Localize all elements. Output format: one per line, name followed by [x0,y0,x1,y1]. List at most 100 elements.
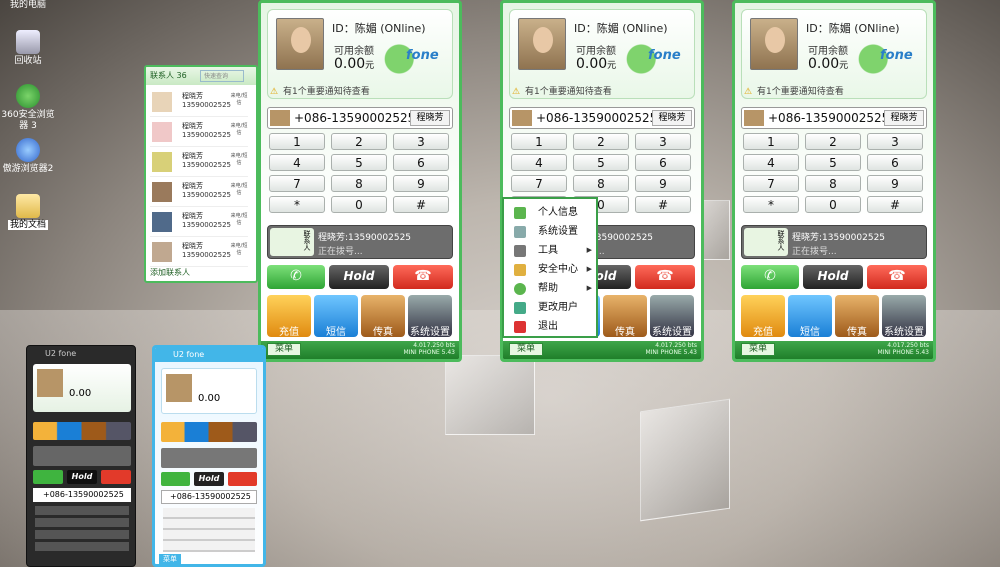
contacts-tab[interactable]: 联系人 36 [150,70,187,81]
key-star[interactable]: * [269,196,325,213]
hangup-button[interactable]: ☎ [635,265,695,289]
fax-button[interactable]: 传真 [603,295,647,338]
key-1[interactable]: 1 [511,133,567,150]
key-6[interactable]: 6 [867,154,923,171]
key-2[interactable]: 2 [331,133,387,150]
mini-dial-field[interactable]: +086-13590002525 [33,488,131,502]
key-6[interactable]: 6 [635,154,691,171]
contact-card-icon[interactable]: 联系人 [744,228,788,256]
key-7[interactable]: 7 [511,175,567,192]
dial-number-field[interactable]: +086-13590002525 程晓芳 [509,107,695,129]
key-3[interactable]: 3 [867,133,923,150]
key-7[interactable]: 7 [743,175,799,192]
menu-button[interactable]: 菜单 [509,343,543,356]
menu-item-settings[interactable]: 系统设置 [508,222,596,241]
contact-row[interactable]: 程晓芳 13590002525 来电/短信 [150,149,248,177]
mini-hangup-button[interactable] [101,470,131,484]
menu-button[interactable]: 菜单 [267,343,301,356]
hold-button[interactable]: Hold [329,265,389,289]
sms-button[interactable]: 短信 [314,295,358,338]
key-hash[interactable]: # [393,196,449,213]
mini-dial-field[interactable]: +086-13590002525 [161,490,257,504]
call-sms-icon[interactable]: 来电/短信 [230,242,248,262]
desktop-icon-my-documents[interactable]: 我的文档 [0,194,56,231]
desktop-icon-360-browser[interactable]: 360安全浏览器 3 [0,84,56,132]
notice-bar[interactable]: 有1个重要通知待查看 [741,85,927,99]
key-4[interactable]: 4 [743,154,799,171]
mini-hold-button[interactable]: Hold [194,472,224,486]
contact-button[interactable]: 程晓芳 [884,110,924,126]
mini-keypad[interactable] [35,506,129,554]
key-4[interactable]: 4 [511,154,567,171]
recharge-button[interactable]: 充值 [267,295,311,338]
call-sms-icon[interactable]: 来电/短信 [230,182,248,202]
dial-number-field[interactable]: +086-13590002525 程晓芳 [267,107,453,129]
contacts-search-input[interactable]: 快速查询 [200,70,244,82]
key-2[interactable]: 2 [805,133,861,150]
desktop-icon-maxthon[interactable]: 傲游浏览器2 [0,138,56,175]
menu-item-switch-user[interactable]: 更改用户 [508,298,596,317]
hangup-button[interactable]: ☎ [393,265,453,289]
add-contact-button[interactable]: 添加联系人 [150,267,190,278]
contact-row[interactable]: 程晓芳 13590002525 来电/短信 [150,239,248,267]
key-9[interactable]: 9 [635,175,691,192]
key-1[interactable]: 1 [269,133,325,150]
contact-row[interactable]: 程晓芳 13590002525 来电/短信 [150,89,248,117]
contact-button[interactable]: 程晓芳 [652,110,692,126]
key-9[interactable]: 9 [393,175,449,192]
mini-hangup-button[interactable] [228,472,257,486]
key-5[interactable]: 5 [805,154,861,171]
contact-row[interactable]: 程晓芳 13590002525 来电/短信 [150,179,248,207]
menu-item-help[interactable]: 帮助 ▶ [508,279,596,298]
hangup-button[interactable]: ☎ [867,265,927,289]
key-5[interactable]: 5 [331,154,387,171]
key-hash[interactable]: # [635,196,691,213]
key-6[interactable]: 6 [393,154,449,171]
key-8[interactable]: 8 [331,175,387,192]
mini-call-button[interactable] [161,472,190,486]
key-8[interactable]: 8 [573,175,629,192]
system-settings-button[interactable]: 系统设置 [408,295,452,338]
key-3[interactable]: 3 [635,133,691,150]
mini-hold-button[interactable]: Hold [67,470,97,484]
sms-button[interactable]: 短信 [788,295,832,338]
menu-button[interactable]: 菜单 [741,343,775,356]
call-button[interactable]: ✆ [267,265,325,289]
key-0[interactable]: 0 [331,196,387,213]
desktop-icon-my-computer[interactable]: 我的电脑 [0,0,56,11]
key-8[interactable]: 8 [805,175,861,192]
contact-card-icon[interactable]: 联系人 [270,228,314,256]
key-7[interactable]: 7 [269,175,325,192]
mini-keypad[interactable] [163,508,255,552]
contact-row[interactable]: 程晓芳 13590002525 来电/短信 [150,119,248,147]
key-3[interactable]: 3 [393,133,449,150]
mini-menu-button[interactable]: 菜单 [159,554,181,564]
call-button[interactable]: ✆ [741,265,799,289]
contact-row[interactable]: 程晓芳 13590002525 来电/短信 [150,209,248,237]
notice-bar[interactable]: 有1个重要通知待查看 [267,85,453,99]
desktop-icon-recycle-bin[interactable]: 回收站 [0,30,56,67]
call-sms-icon[interactable]: 来电/短信 [230,122,248,142]
fax-button[interactable]: 传真 [361,295,405,338]
key-5[interactable]: 5 [573,154,629,171]
system-settings-button[interactable]: 系统设置 [882,295,926,338]
contact-button[interactable]: 程晓芳 [410,110,450,126]
call-sms-icon[interactable]: 来电/短信 [230,212,248,232]
call-sms-icon[interactable]: 来电/短信 [230,92,248,112]
notice-bar[interactable]: 有1个重要通知待查看 [509,85,695,99]
key-star[interactable]: * [743,196,799,213]
key-9[interactable]: 9 [867,175,923,192]
key-4[interactable]: 4 [269,154,325,171]
key-hash[interactable]: # [867,196,923,213]
key-1[interactable]: 1 [743,133,799,150]
menu-item-profile[interactable]: 个人信息 [508,203,596,222]
menu-item-tools[interactable]: 工具 ▶ [508,241,596,260]
system-settings-button[interactable]: 系统设置 [650,295,694,338]
key-0[interactable]: 0 [805,196,861,213]
call-sms-icon[interactable]: 来电/短信 [230,152,248,172]
menu-item-security[interactable]: 安全中心 ▶ [508,260,596,279]
fax-button[interactable]: 传真 [835,295,879,338]
key-2[interactable]: 2 [573,133,629,150]
recharge-button[interactable]: 充值 [741,295,785,338]
menu-item-exit[interactable]: 退出 [508,317,596,336]
